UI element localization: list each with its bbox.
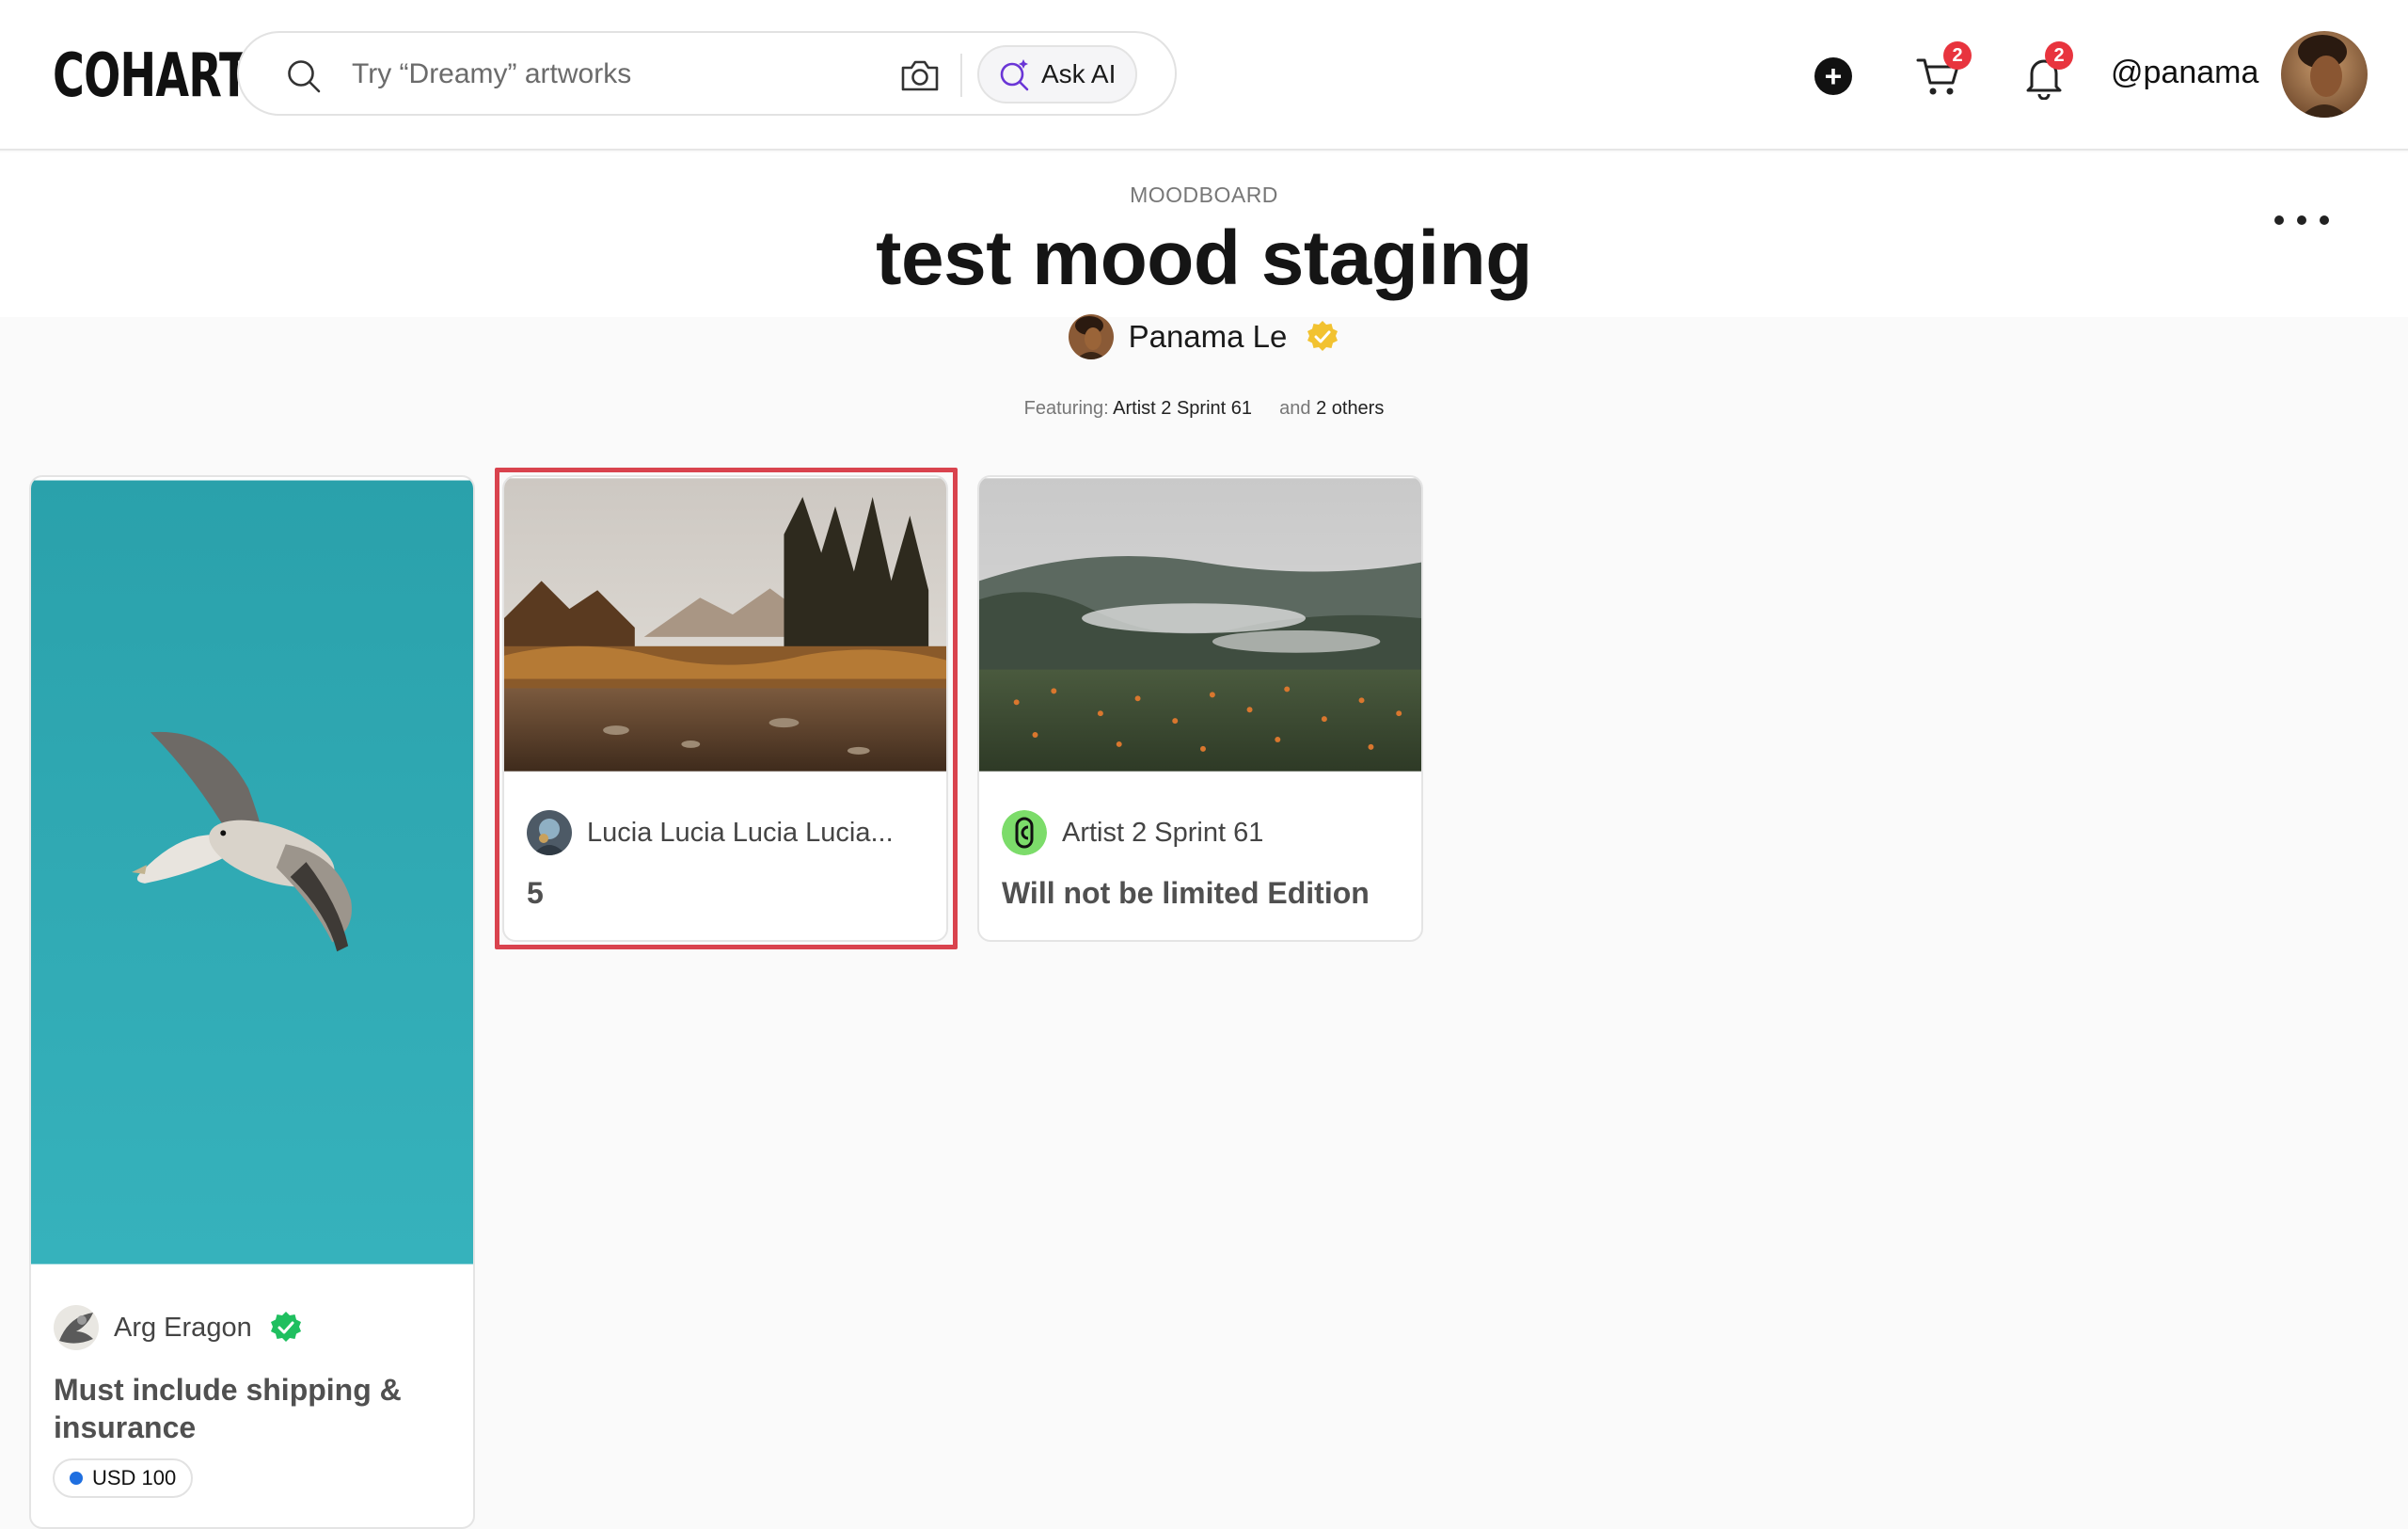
price-chip: USD 100 — [53, 1458, 194, 1498]
search-input[interactable] — [350, 52, 877, 97]
artist-info: Arg Eragon — [54, 1305, 303, 1350]
verified-badge-icon — [1307, 321, 1339, 351]
artwork-image[interactable] — [504, 477, 946, 772]
more-dot — [2320, 215, 2329, 225]
artwork-image[interactable] — [979, 477, 1421, 772]
ai-sparkle-search-icon — [1000, 59, 1029, 91]
username-link[interactable]: @panama — [2111, 55, 2258, 91]
artwork-image[interactable] — [31, 477, 473, 1267]
search-divider — [960, 54, 962, 97]
verified-badge-icon — [270, 1312, 301, 1342]
artist-name[interactable]: Lucia Lucia Lucia Lucia... — [587, 818, 894, 849]
artist-name[interactable]: Artist 2 Sprint 61 — [1062, 818, 1263, 849]
more-options-button[interactable] — [2269, 203, 2335, 237]
owner-name[interactable]: Panama Le — [1129, 319, 1288, 355]
featuring-label: Featuring: — [1023, 398, 1109, 419]
artist-avatar[interactable] — [1002, 810, 1047, 855]
top-navigation-bar: COHART Ask AI + 2 2 @panama — [0, 0, 2408, 151]
page-title: test mood staging — [876, 215, 1532, 301]
artist-info: Lucia Lucia Lucia Lucia... — [527, 810, 894, 855]
more-dot — [2297, 215, 2306, 225]
artist-avatar[interactable] — [527, 810, 572, 855]
ask-ai-label: Ask AI — [1041, 59, 1117, 88]
price-dot — [70, 1472, 83, 1485]
artwork-card[interactable]: Lucia Lucia Lucia Lucia... 5 — [502, 475, 948, 942]
camera-icon[interactable] — [899, 57, 941, 93]
owner-avatar[interactable] — [1068, 314, 1114, 359]
artwork-caption: 5 — [527, 876, 544, 910]
artist-avatar[interactable] — [54, 1305, 99, 1350]
board-owner: Panama Le — [0, 314, 2408, 359]
cart-count-badge: 2 — [1943, 41, 1972, 70]
featuring-others-link[interactable]: 2 others — [1316, 398, 1384, 419]
search-icon — [288, 60, 321, 93]
user-avatar[interactable] — [2281, 31, 2368, 118]
cohart-logo[interactable]: COHART — [53, 43, 248, 109]
artist-name[interactable]: Arg Eragon — [114, 1313, 252, 1344]
ask-ai-button[interactable]: Ask AI — [977, 45, 1137, 104]
artwork-card[interactable]: Arg Eragon Must include shipping & insur… — [29, 475, 475, 1529]
more-dot — [2274, 215, 2284, 225]
notification-count-badge: 2 — [2045, 41, 2073, 70]
featuring-line: Featuring: Artist 2 Sprint 61 and 2 othe… — [0, 398, 2408, 420]
search-bar[interactable]: Ask AI — [237, 31, 1177, 116]
artist-info: Artist 2 Sprint 61 — [1002, 810, 1263, 855]
featuring-artist-link[interactable]: Artist 2 Sprint 61 — [1113, 398, 1252, 419]
artwork-caption: Will not be limited Edition — [1002, 876, 1370, 910]
create-button[interactable]: + — [1814, 57, 1852, 95]
price-label: USD 100 — [92, 1466, 177, 1489]
artwork-caption: Must include shipping & insurance — [54, 1373, 402, 1444]
featuring-and-label: and — [1279, 398, 1311, 419]
moodboard-label: MOODBOARD — [1130, 183, 1278, 207]
artwork-card[interactable]: Artist 2 Sprint 61 Will not be limited E… — [977, 475, 1423, 942]
